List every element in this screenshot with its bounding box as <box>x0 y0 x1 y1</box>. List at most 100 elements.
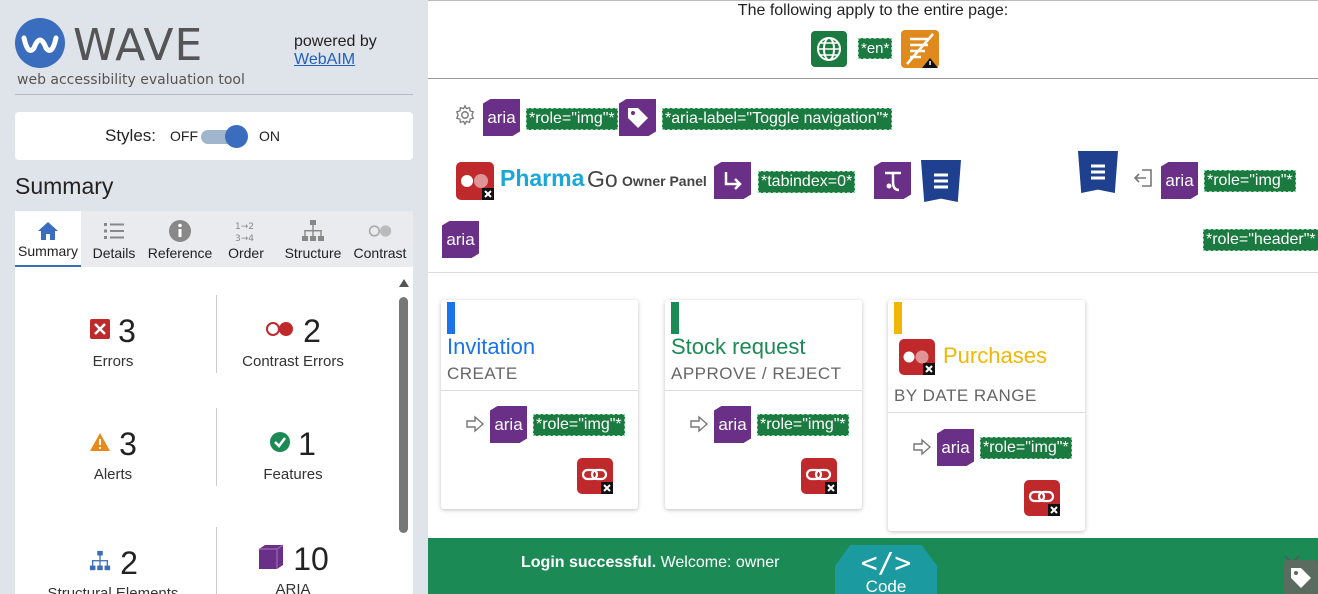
home-icon <box>36 219 60 243</box>
text-alert-icon[interactable] <box>901 30 939 68</box>
aria-cube-icon <box>257 544 285 575</box>
tabindex-tag[interactable]: *tabindex=0* <box>758 171 856 193</box>
structural-count: 2 <box>120 544 138 581</box>
logout-icon[interactable] <box>1132 167 1154 189</box>
tab-label: Structure <box>284 245 342 261</box>
card-accent-bar <box>447 302 455 334</box>
list-structure-icon[interactable] <box>1078 151 1118 193</box>
card-purchases[interactable]: Purchases BY DATE RANGE aria *role="img"… <box>888 300 1085 531</box>
stat-features[interactable]: 1 Features <box>203 425 383 484</box>
broken-link-error-icon[interactable] <box>577 458 613 494</box>
aria-label-toggle-tag[interactable]: *aria-label="Toggle navigation"* <box>662 108 892 130</box>
card-accent-bar <box>671 302 679 334</box>
errors-count: 3 <box>118 312 136 349</box>
tab-structure[interactable]: Structure <box>279 211 347 267</box>
role-header-tag[interactable]: *role="header"* <box>1203 229 1318 251</box>
aria-icon[interactable]: aria <box>490 406 527 443</box>
lang-tag[interactable]: *en* <box>858 38 893 59</box>
tabindex-icon[interactable] <box>714 162 751 199</box>
card-subtitle: CREATE <box>447 364 518 383</box>
styles-on-label: ON <box>259 128 280 144</box>
card-subtitle: BY DATE RANGE <box>894 386 1037 405</box>
summary-heading: Summary <box>15 173 114 199</box>
gear-icon[interactable] <box>454 104 476 126</box>
card-title: Stock request <box>671 334 806 359</box>
wave-sidebar: WAVE web accessibility evaluation tool p… <box>0 0 428 594</box>
divider <box>665 390 862 391</box>
svg-text:3→4: 3→4 <box>235 234 254 243</box>
tab-summary[interactable]: Summary <box>15 211 81 267</box>
styles-label: Styles: <box>105 126 157 145</box>
page-level-notice: The following apply to the entire page: <box>737 2 1009 19</box>
alerts-count: 3 <box>119 425 137 462</box>
card-subtitle: APPROVE / REJECT <box>671 364 842 383</box>
summary-panel: 3 Errors 2 Contrast Errors 3 Alerts 1 Fe… <box>15 267 413 594</box>
panel-tabs: Summary Details Reference 1→2 3→4 Order S… <box>15 211 413 267</box>
aria-count: 10 <box>293 540 329 577</box>
scroll-up-arrow-icon[interactable] <box>399 279 409 287</box>
role-img-tag[interactable]: *role="img"* <box>980 437 1072 459</box>
arrow-right-icon <box>912 437 932 457</box>
image-error-icon[interactable] <box>456 162 494 200</box>
tab-label: Summary <box>18 243 78 259</box>
summary-scrollbar[interactable] <box>396 275 410 594</box>
aria-icon[interactable]: aria <box>937 429 974 466</box>
errors-label: Errors <box>92 353 134 370</box>
broken-link-error-icon[interactable] <box>801 458 837 494</box>
card-title: Purchases <box>943 343 1047 368</box>
tab-contrast[interactable]: Contrast <box>347 211 413 267</box>
stat-errors[interactable]: 3 Errors <box>23 313 203 370</box>
language-globe-icon[interactable] <box>811 31 847 67</box>
alerts-label: Alerts <box>93 466 133 483</box>
tag-feature-icon[interactable] <box>1284 560 1318 594</box>
tab-label: Order <box>228 245 264 261</box>
aria-label-tag-icon[interactable] <box>619 99 656 136</box>
aria-button-icon[interactable] <box>874 162 911 199</box>
stat-alerts[interactable]: 3 Alerts <box>23 426 203 483</box>
tab-details[interactable]: Details <box>81 211 147 267</box>
role-img-tag[interactable]: *role="img"* <box>533 414 625 436</box>
divider <box>441 390 638 391</box>
brand-pharma[interactable]: Pharma <box>500 165 584 192</box>
structural-label: Structural Elements <box>47 585 179 594</box>
features-count: 1 <box>298 425 316 462</box>
banner-message: Login successful. Welcome: owner <box>521 554 779 572</box>
card-title: Invitation <box>447 334 536 359</box>
aria-icon[interactable]: aria <box>714 406 751 443</box>
brand-go[interactable]: Go <box>587 166 618 193</box>
info-icon <box>168 219 192 243</box>
header-structure-icon[interactable] <box>921 160 961 202</box>
styles-toggle-knob[interactable] <box>225 125 248 148</box>
contrast-errors-label: Contrast Errors <box>242 353 344 370</box>
aria-icon[interactable]: aria <box>483 99 520 136</box>
code-toggle-button[interactable]: </> Code <box>835 545 937 594</box>
stat-aria[interactable]: 10 ARIA <box>203 541 383 594</box>
structure-icon <box>88 550 112 577</box>
card-stock-request[interactable]: Stock request APPROVE / REJECT aria *rol… <box>665 300 862 509</box>
stat-structural[interactable]: 2 Structural Elements <box>23 545 203 594</box>
divider <box>428 272 1318 273</box>
tab-label: Details <box>92 245 136 261</box>
aria-icon[interactable]: aria <box>442 221 479 258</box>
tab-reference[interactable]: Reference <box>147 211 213 267</box>
webaim-link[interactable]: WebAIM <box>294 51 377 69</box>
styles-toggle-box: Styles: OFF ON <box>15 112 413 160</box>
stat-contrast-errors[interactable]: 2 Contrast Errors <box>203 313 383 371</box>
image-error-icon[interactable] <box>899 339 935 375</box>
scroll-thumb[interactable] <box>399 297 408 533</box>
powered-by: powered by WebAIM <box>294 33 377 69</box>
role-img-tag[interactable]: *role="img"* <box>526 108 618 130</box>
code-icon: </> <box>860 546 912 579</box>
aria-icon[interactable]: aria <box>1161 162 1198 199</box>
evaluated-page: The following apply to the entire page: … <box>428 0 1318 594</box>
banner-bold: Login successful. <box>521 554 657 571</box>
alert-icon <box>89 432 111 457</box>
role-img-tag[interactable]: *role="img"* <box>1204 170 1296 192</box>
card-invitation[interactable]: Invitation CREATE aria *role="img"* <box>441 300 638 509</box>
role-img-tag[interactable]: *role="img"* <box>757 414 849 436</box>
svg-text:1→2: 1→2 <box>235 222 254 232</box>
tab-order[interactable]: 1→2 3→4 Order <box>213 211 279 267</box>
broken-link-error-icon[interactable] <box>1024 480 1060 516</box>
order-icon: 1→2 3→4 <box>234 219 258 244</box>
owner-panel-label: Owner Panel <box>622 173 707 189</box>
